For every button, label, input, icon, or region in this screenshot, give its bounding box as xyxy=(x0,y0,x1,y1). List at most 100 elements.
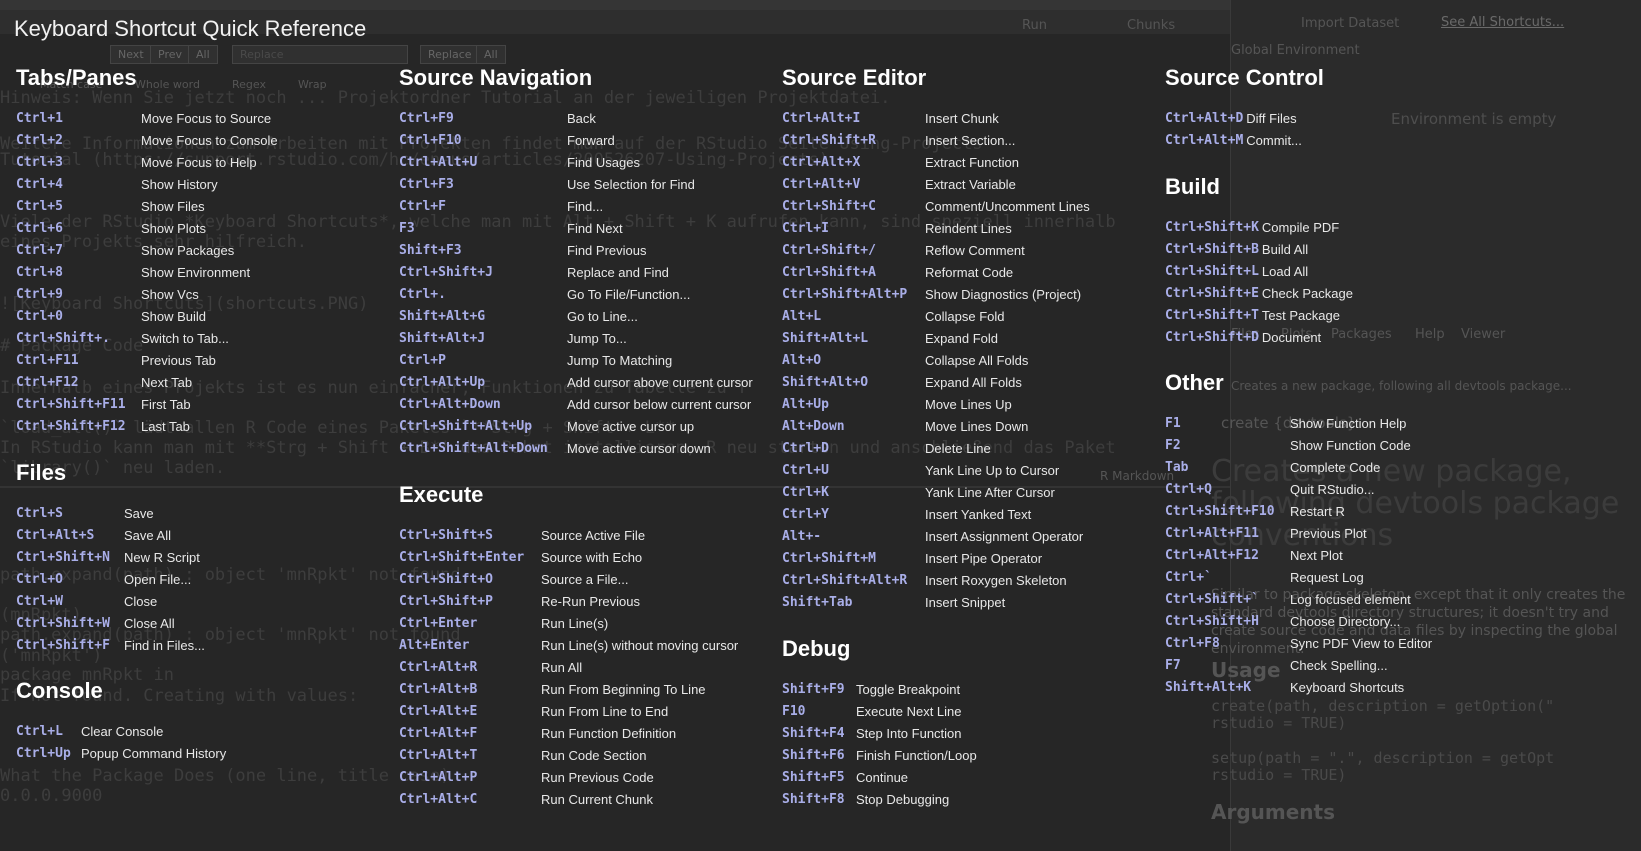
shortcut-description: Open File... xyxy=(124,572,192,587)
shortcut-row: Ctrl+Shift+F Find in Files... xyxy=(16,635,205,657)
shortcut-description: Step Into Function xyxy=(856,726,962,741)
shortcut-key: Ctrl+Alt+D xyxy=(1165,111,1244,126)
shortcut-key: Ctrl+Shift+Alt+P xyxy=(782,287,908,302)
section-heading: Tabs/Panes xyxy=(16,65,137,90)
section-files: Files Ctrl+S Save Ctrl+Alt+S Save All Ctrl+S… xyxy=(16,459,205,657)
shortcut-row: Ctrl+Shift+F11 First Tab xyxy=(16,394,278,416)
shortcut-key: Ctrl+S xyxy=(16,506,63,521)
shortcut-key: Ctrl+F12 xyxy=(16,375,79,390)
shortcut-overlay[interactable]: Keyboard Shortcut Quick Reference Tabs/P… xyxy=(0,0,1641,851)
shortcut-row: Ctrl+F11 Previous Tab xyxy=(16,350,278,372)
shortcut-key: Ctrl+Alt+I xyxy=(782,111,861,126)
shortcut-row: Ctrl+Shift+/ Reflow Comment xyxy=(782,240,1090,262)
shortcut-description: Complete Code xyxy=(1290,460,1381,475)
shortcut-key: Shift+Alt+L xyxy=(782,331,869,346)
shortcut-row: Ctrl+Alt+D Diff Files xyxy=(1165,108,1324,130)
shortcut-description: Extract Function xyxy=(925,155,1019,170)
shortcut-key: Ctrl+Shift+N xyxy=(16,550,110,565)
shortcut-key: Ctrl+Shift+J xyxy=(399,265,493,280)
shortcut-key: Ctrl+Alt+M xyxy=(1165,133,1244,148)
shortcut-key: Shift+Alt+K xyxy=(1165,680,1252,695)
shortcut-row: Ctrl+Alt+F Run Function Definition xyxy=(399,723,738,745)
shortcut-key: Ctrl+Shift+F10 xyxy=(1165,504,1275,519)
shortcut-row: Ctrl+Shift+Alt+R Insert Roxygen Skeleton xyxy=(782,570,1090,592)
shortcut-key: Ctrl+Alt+S xyxy=(16,528,95,543)
shortcut-key: Tab xyxy=(1165,460,1189,475)
shortcut-description: Run Previous Code xyxy=(541,770,654,785)
shortcut-key: Alt+Down xyxy=(782,419,845,434)
shortcut-key: Ctrl+Shift+. xyxy=(16,331,110,346)
shortcut-key: Alt+L xyxy=(782,309,822,324)
shortcut-key: F2 xyxy=(1165,438,1181,453)
shortcut-description: Show Function Code xyxy=(1290,438,1411,453)
shortcut-key: Ctrl+Shift+Alt+Down xyxy=(399,441,548,456)
shortcut-row: Ctrl+D Delete Line xyxy=(782,438,1090,460)
shortcut-row: Ctrl+Alt+Down Add cursor below current cu… xyxy=(399,394,753,416)
shortcut-key: Shift+Alt+O xyxy=(782,375,869,390)
shortcut-key: Ctrl+F10 xyxy=(399,133,462,148)
shortcut-row: Ctrl+W Close xyxy=(16,591,205,613)
shortcut-key: Alt+O xyxy=(782,353,822,368)
section-heading: Execute xyxy=(399,482,484,507)
shortcut-key: Ctrl+F3 xyxy=(399,177,454,192)
shortcut-key: Ctrl+Enter xyxy=(399,616,478,631)
shortcut-description: Compile PDF xyxy=(1261,220,1340,235)
shortcut-key: Ctrl+Alt+U xyxy=(399,155,478,170)
shortcut-key: Ctrl+Shift+E xyxy=(1165,286,1259,301)
shortcut-row: Ctrl+F3 Use Selection for Find xyxy=(399,174,753,196)
overlay-title: Keyboard Shortcut Quick Reference xyxy=(14,16,367,41)
shortcut-key: Shift+F5 xyxy=(782,770,845,785)
shortcut-key: Ctrl+Shift+M xyxy=(782,551,876,566)
shortcut-description: Add cursor above current cursor xyxy=(567,375,753,390)
shortcut-key: Ctrl+Shift+F11 xyxy=(16,397,126,412)
shortcut-key: Ctrl+Alt+V xyxy=(782,177,861,192)
shortcut-description: Move Focus to Help xyxy=(141,155,257,170)
shortcut-row: Ctrl+Shift+Enter Source with Echo xyxy=(399,547,738,569)
shortcut-row: Alt+O Collapse All Folds xyxy=(782,350,1090,372)
shortcut-description: Last Tab xyxy=(141,419,190,434)
shortcut-description: Yank Line Up to Cursor xyxy=(925,463,1060,478)
shortcut-row: F1 Show Function Help xyxy=(1165,413,1432,435)
shortcut-row: Shift+Tab Insert Snippet xyxy=(782,592,1090,614)
shortcut-row: Ctrl+Shift+Alt+Up Move active cursor up xyxy=(399,416,753,438)
shortcut-description: Collapse Fold xyxy=(925,309,1005,324)
shortcut-description: Re-Run Previous xyxy=(541,594,640,609)
shortcut-row: Shift+F9 Toggle Breakpoint xyxy=(782,679,977,701)
shortcut-key: Ctrl+Alt+X xyxy=(782,155,861,170)
shortcut-description: Insert Yanked Text xyxy=(925,507,1032,522)
shortcut-row: F2 Show Function Code xyxy=(1165,435,1432,457)
shortcut-description: Keyboard Shortcuts xyxy=(1290,680,1405,695)
shortcut-key: Ctrl+4 xyxy=(16,177,63,192)
shortcut-description: Sync PDF View to Editor xyxy=(1290,636,1433,651)
shortcut-description: Forward xyxy=(567,133,615,148)
shortcut-key: Ctrl+Shift+Enter xyxy=(399,550,525,565)
shortcut-row: Ctrl+Shift+R Insert Section... xyxy=(782,130,1090,152)
shortcut-row: Ctrl+Alt+P Run Previous Code xyxy=(399,767,738,789)
shortcut-key: Ctrl+Shift+B xyxy=(1165,242,1259,257)
shortcut-row: Ctrl+Shift+F12 Last Tab xyxy=(16,416,278,438)
shortcut-key: Ctrl+1 xyxy=(16,111,63,126)
shortcut-row: Ctrl+O Open File... xyxy=(16,569,205,591)
shortcut-row: Ctrl+Alt+I Insert Chunk xyxy=(782,108,1090,130)
shortcut-description: Back xyxy=(567,111,596,126)
shortcut-description: Source with Echo xyxy=(541,550,643,565)
shortcut-row: Ctrl+Shift+P Re-Run Previous xyxy=(399,591,738,613)
shortcut-row: Ctrl+Shift+C Comment/Uncomment Lines xyxy=(782,196,1090,218)
section-console: Console Ctrl+L Clear Console Ctrl+Up Popup … xyxy=(16,677,226,765)
shortcut-description: Yank Line After Cursor xyxy=(925,485,1055,500)
shortcut-description: Continue xyxy=(856,770,909,785)
shortcut-key: Ctrl+Shift+F xyxy=(16,638,110,653)
shortcut-key: Ctrl+Alt+F xyxy=(399,726,478,741)
shortcut-row: Ctrl+Shift+J Replace and Find xyxy=(399,262,753,284)
shortcut-row: Ctrl+5 Show Files xyxy=(16,196,278,218)
shortcut-key: Ctrl+8 xyxy=(16,265,63,280)
shortcut-description: Insert Section... xyxy=(925,133,1016,148)
shortcut-key: Ctrl+Shift+R xyxy=(782,133,876,148)
shortcut-row: Shift+Alt+L Expand Fold xyxy=(782,328,1090,350)
shortcut-description: Quit RStudio... xyxy=(1290,482,1375,497)
shortcut-key: Shift+F6 xyxy=(782,748,845,763)
shortcut-key: Ctrl+Alt+C xyxy=(399,792,478,807)
shortcut-key: Ctrl+L xyxy=(16,724,63,739)
shortcut-description: Commit... xyxy=(1246,133,1302,148)
shortcut-description: Replace and Find xyxy=(567,265,669,280)
